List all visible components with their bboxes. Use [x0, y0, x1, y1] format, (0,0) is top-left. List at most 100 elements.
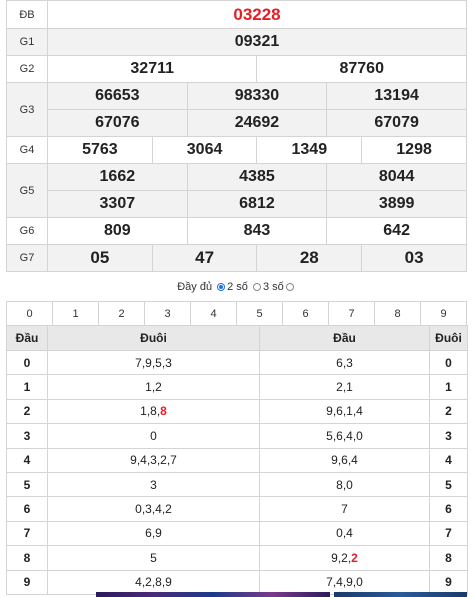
row-key: 5 — [429, 471, 468, 498]
prize-number: 5763 — [47, 136, 153, 164]
digit-filter-9[interactable]: 9 — [420, 301, 467, 326]
prize-label: G5 — [6, 163, 48, 218]
table-row: 2 1,8,8 9,6,1,4 2 — [6, 398, 468, 425]
row-key: 2 — [429, 398, 468, 425]
display-options: Đầy đủ 2 số 3 số — [0, 280, 473, 294]
prize-number: 67079 — [326, 109, 467, 137]
radio-unchecked-icon[interactable] — [252, 283, 261, 291]
prize-number: 28 — [256, 244, 363, 272]
row-key: 6 — [6, 496, 48, 522]
tail-values: 0,3,4,2 — [47, 496, 260, 522]
prize-number: 809 — [47, 217, 188, 245]
prize-number: 05 — [47, 244, 153, 272]
row-key: 0 — [6, 349, 48, 376]
head-values: 8,0 — [259, 471, 430, 498]
prize-number: 3064 — [151, 136, 258, 164]
prize-number: 1662 — [47, 163, 188, 191]
prize-label: G3 — [6, 82, 48, 137]
prize-number: 67076 — [47, 109, 188, 137]
prize-number: 3307 — [47, 190, 188, 218]
row-key: 2 — [6, 398, 48, 425]
table-row: 7 6,9 0,4 7 — [6, 520, 468, 547]
advertisement-banner[interactable] — [96, 592, 330, 597]
row-g3-second: 67076 24692 67079 — [7, 109, 467, 137]
table-row: 8 5 9,2,2 8 — [6, 545, 468, 571]
table-row: 3 0 5,6,4,0 3 — [6, 423, 468, 449]
digit-filter-3[interactable]: 3 — [144, 301, 191, 326]
digit-filter-0[interactable]: 0 — [6, 301, 53, 326]
tail-values: 6,9 — [47, 520, 260, 547]
prize-number: 8044 — [326, 163, 467, 191]
head-values: 7 — [259, 496, 430, 522]
row-g4: G4 5763 3064 1349 1298 — [6, 136, 467, 164]
header-tail: Đuôi — [429, 325, 468, 351]
radio-unchecked-icon[interactable] — [285, 283, 294, 291]
digit-filter-1[interactable]: 1 — [52, 301, 99, 326]
row-key: 6 — [429, 496, 468, 522]
row-key: 3 — [429, 423, 468, 449]
row-g5: G5 1662 4385 8044 — [6, 163, 467, 218]
head-tail-table: Đầu Đuôi Đầu Đuôi 0 7,9,5,3 6,3 0 1 1,2 … — [6, 325, 468, 595]
prize-number: 13194 — [326, 82, 467, 110]
prize-number: 32711 — [46, 55, 258, 83]
prize-number: 1298 — [361, 136, 467, 164]
digit-filter-8[interactable]: 8 — [374, 301, 421, 326]
tail-values: 4,2,8,9 — [47, 569, 260, 595]
prize-number: 3899 — [326, 190, 467, 218]
row-key: 9 — [429, 569, 468, 595]
head-values: 6,3 — [259, 349, 430, 376]
prize-label: G4 — [6, 136, 48, 164]
prize-label: ĐB — [6, 0, 48, 29]
tail-values: 1,8,8 — [47, 398, 260, 425]
header-head: Đầu — [259, 325, 430, 351]
option-full[interactable]: Đầy đủ — [177, 280, 212, 294]
lottery-results-table: ĐB 03228 G1 09321 G2 32711 87760 G3 6665… — [6, 0, 467, 272]
row-key: 7 — [6, 520, 48, 547]
tail-values: 3 — [47, 471, 260, 498]
prize-number: 1349 — [256, 136, 363, 164]
tail-value-highlight: 8 — [160, 404, 167, 419]
digit-filter-7[interactable]: 7 — [328, 301, 375, 326]
option-full-label: Đầy đủ — [177, 281, 213, 293]
row-g6: G6 809 843 642 — [6, 217, 467, 245]
digit-filter-4[interactable]: 4 — [190, 301, 237, 326]
prize-number: 87760 — [256, 55, 467, 83]
tail-values: 1,2 — [47, 374, 260, 400]
digit-filter-5[interactable]: 5 — [236, 301, 283, 326]
prize-number: 843 — [186, 217, 328, 245]
prize-label: G6 — [6, 217, 48, 245]
row-key: 4 — [429, 447, 468, 473]
advertisement-banner[interactable] — [334, 592, 467, 597]
row-key: 1 — [6, 374, 48, 400]
row-key: 3 — [6, 423, 48, 449]
prize-number: 4385 — [186, 163, 328, 191]
option-three-label: 3 số — [262, 281, 284, 293]
digit-filter-2[interactable]: 2 — [98, 301, 145, 326]
head-values-plain: 9,2, — [331, 550, 352, 565]
row-g1: G1 09321 — [6, 28, 467, 56]
head-value-highlight: 2 — [351, 550, 358, 565]
head-values: 0,4 — [259, 520, 430, 547]
prize-number-special: 03228 — [47, 0, 467, 29]
header-head: Đầu — [6, 325, 48, 351]
row-key: 4 — [6, 447, 48, 473]
table-row: 4 9,4,3,2,7 9,6,4 4 — [6, 447, 468, 473]
row-key: 0 — [429, 349, 468, 376]
prize-number: 642 — [326, 217, 467, 245]
prize-number: 47 — [151, 244, 258, 272]
table-row: 6 0,3,4,2 7 6 — [6, 496, 468, 522]
digit-filter-6[interactable]: 6 — [282, 301, 329, 326]
option-two-label: 2 số — [227, 281, 248, 293]
row-special-prize: ĐB 03228 — [6, 0, 467, 29]
table-row: 9 4,2,8,9 7,4,9,0 9 — [6, 569, 468, 595]
radio-checked-icon[interactable] — [217, 283, 226, 291]
tail-values: 5 — [47, 545, 260, 571]
head-values: 2,1 — [259, 374, 430, 400]
tail-values: 9,4,3,2,7 — [47, 447, 260, 473]
option-three-digits[interactable]: 3 số — [252, 280, 296, 294]
row-g3: G3 66653 98330 13194 — [6, 82, 467, 137]
prize-label: G1 — [6, 28, 48, 56]
prize-label: G7 — [6, 244, 48, 272]
option-two-digits[interactable]: 2 số — [217, 280, 248, 294]
prize-number: 98330 — [186, 82, 328, 110]
